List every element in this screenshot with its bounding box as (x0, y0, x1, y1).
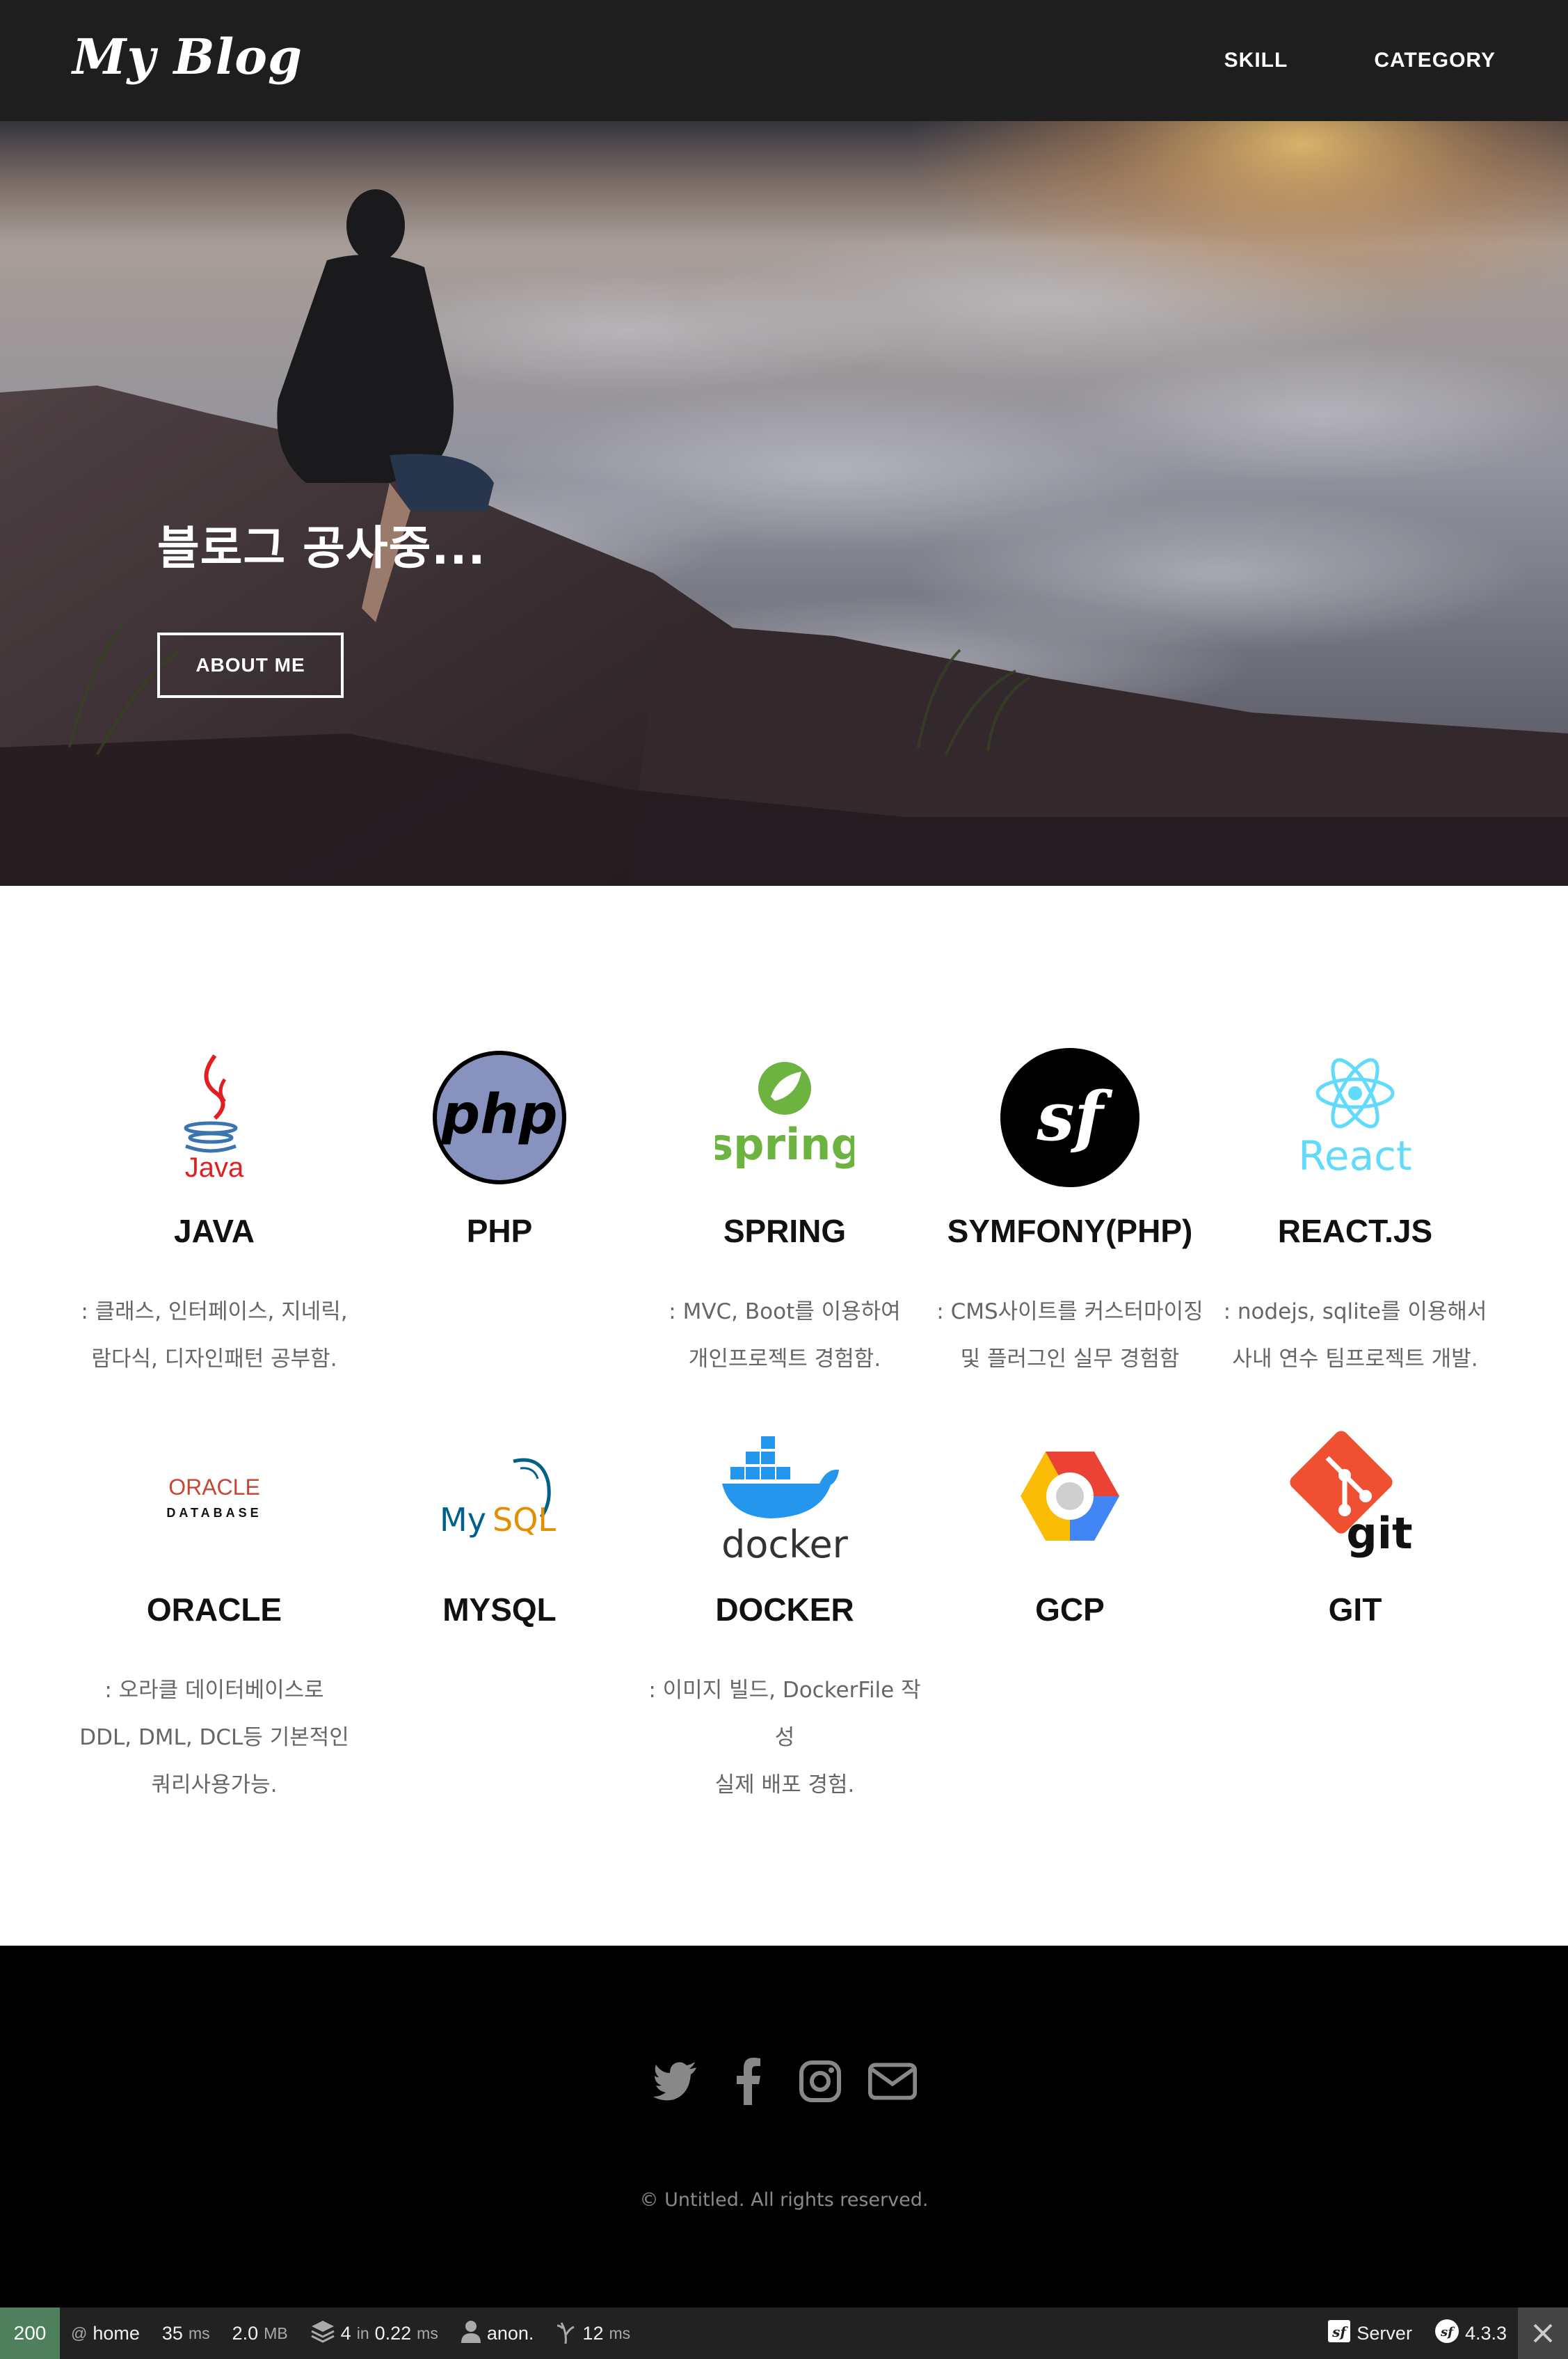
user-icon (461, 2319, 481, 2348)
oracle-logo: ORACLE DATABASE (72, 1416, 357, 1576)
svg-text:SQL: SQL (493, 1501, 556, 1539)
svg-text:My: My (440, 1501, 486, 1539)
svg-text:spring: spring (715, 1119, 854, 1170)
svg-text:sf: sf (1331, 2324, 1348, 2340)
hero-background-image (0, 121, 1568, 886)
skill-spring: spring SPRING : MVC, Boot를 이용하여 개인프로젝트 경… (642, 1038, 927, 1383)
svg-text:ORACLE: ORACLE (168, 1475, 260, 1500)
server-info[interactable]: sf Server (1316, 2308, 1423, 2359)
php-logo: php (357, 1038, 642, 1198)
svg-text:React: React (1298, 1132, 1412, 1180)
timing-info[interactable]: 35 ms (151, 2308, 221, 2359)
docker-logo: docker (642, 1416, 927, 1576)
skill-desc: : 오라클 데이터베이스로 DDL, DML, DCL등 기본적인 쿼리사용가능… (79, 1678, 349, 1797)
skills-section: Java JAVA : 클래스, 인터페이스, 지네릭, 람다식, 디자인패턴 … (0, 886, 1568, 1946)
symfony-version-info[interactable]: sf 4.3.3 (1423, 2308, 1518, 2359)
java-logo: Java (72, 1038, 357, 1198)
gcp-logo (927, 1416, 1213, 1576)
skill-name: SYMFONY(PHP) (947, 1213, 1193, 1249)
about-me-button[interactable]: ABOUT ME (157, 633, 344, 698)
skill-react: React REACT.JS : nodejs, sqlite를 이용해서 사내… (1213, 1038, 1498, 1383)
svg-text:sf: sf (1036, 1077, 1113, 1156)
skill-name: MYSQL (442, 1591, 557, 1628)
route-info[interactable]: @ home (60, 2308, 151, 2359)
skill-desc: : 이미지 빌드, DockerFile 작 성 실제 배포 경험. (648, 1678, 921, 1797)
skill-name: PHP (466, 1213, 533, 1249)
skill-name: GCP (1035, 1591, 1105, 1628)
svg-text:sf: sf (1440, 2325, 1455, 2340)
facebook-icon[interactable] (723, 2054, 772, 2109)
svg-text:docker: docker (721, 1523, 849, 1566)
nav-category[interactable]: CATEGORY (1374, 49, 1496, 72)
twig-info[interactable]: 12 ms (545, 2308, 641, 2359)
skill-name: GIT (1328, 1591, 1382, 1628)
skill-oracle: ORACLE DATABASE ORACLE : 오라클 데이터베이스로 DDL… (72, 1416, 357, 1809)
site-header: My Blog SKILL CATEGORY (0, 0, 1568, 121)
close-toolbar-button[interactable] (1518, 2308, 1568, 2359)
database-info[interactable]: 4 in 0.22 ms (299, 2308, 449, 2359)
site-logo[interactable]: My Blog (72, 28, 303, 86)
skill-name: JAVA (174, 1213, 255, 1249)
skill-name: DOCKER (715, 1591, 854, 1628)
svg-text:DATABASE: DATABASE (166, 1506, 262, 1520)
svg-text:git: git (1346, 1508, 1412, 1559)
twig-icon (556, 2319, 577, 2349)
skill-git: git GIT (1213, 1416, 1498, 1667)
toolbar-right: sf Server sf 4.3.3 (1316, 2308, 1568, 2359)
skill-php: php PHP (357, 1038, 642, 1288)
symfony-server-icon: sf (1327, 2319, 1351, 2348)
symfony-logo: sf (927, 1038, 1213, 1198)
skill-gcp: GCP (927, 1416, 1213, 1667)
mysql-logo: My SQL (357, 1416, 642, 1576)
skill-desc: : MVC, Boot를 이용하여 개인프로젝트 경험함. (669, 1299, 901, 1372)
skill-name: ORACLE (146, 1591, 282, 1628)
instagram-icon[interactable] (796, 2054, 845, 2109)
skill-docker: docker DOCKER : 이미지 빌드, DockerFile 작 성 실… (642, 1416, 927, 1809)
status-code-badge[interactable]: 200 (0, 2308, 60, 2359)
memory-info[interactable]: 2.0 MB (221, 2308, 299, 2359)
skill-name: REACT.JS (1277, 1213, 1433, 1249)
svg-text:php: php (440, 1083, 557, 1146)
svg-text:Java: Java (185, 1152, 244, 1183)
nav-skill[interactable]: SKILL (1224, 49, 1288, 72)
skill-desc: : CMS사이트를 커스터마이징 및 플러그인 실무 경험함 (936, 1299, 1203, 1372)
site-footer: © Untitled. All rights reserved. (0, 1946, 1568, 2308)
git-logo: git (1213, 1416, 1498, 1576)
skill-desc: : nodejs, sqlite를 이용해서 사내 연수 팀프로젝트 개발. (1223, 1299, 1487, 1372)
user-info[interactable]: anon. (449, 2308, 545, 2359)
skill-java: Java JAVA : 클래스, 인터페이스, 지네릭, 람다식, 디자인패턴 … (72, 1038, 357, 1383)
skill-mysql: My SQL MYSQL (357, 1416, 642, 1667)
debug-toolbar: 200 @ home 35 ms 2.0 MB 4 in 0.22 ms ano… (0, 2308, 1568, 2359)
symfony-logo-icon: sf (1434, 2319, 1459, 2349)
hero-banner: 블로그 공사중... ABOUT ME (0, 121, 1568, 886)
database-layers-icon (310, 2319, 335, 2348)
skill-desc: : 클래스, 인터페이스, 지네릭, 람다식, 디자인패턴 공부함. (81, 1299, 348, 1372)
hero-title: 블로그 공사중... (157, 521, 486, 575)
react-logo: React (1213, 1038, 1498, 1198)
close-icon (1533, 2324, 1553, 2343)
at-icon: @ (71, 2324, 88, 2342)
copyright-text: © Untitled. All rights reserved. (639, 2189, 929, 2211)
main-nav: SKILL CATEGORY (1224, 0, 1496, 121)
skill-symfony: sf SYMFONY(PHP) : CMS사이트를 커스터마이징 및 플러그인 … (927, 1038, 1213, 1383)
social-links (0, 2054, 1568, 2109)
spring-logo: spring (642, 1038, 927, 1198)
envelope-icon[interactable] (868, 2054, 917, 2109)
twitter-icon[interactable] (651, 2054, 700, 2109)
skill-name: SPRING (723, 1213, 847, 1249)
